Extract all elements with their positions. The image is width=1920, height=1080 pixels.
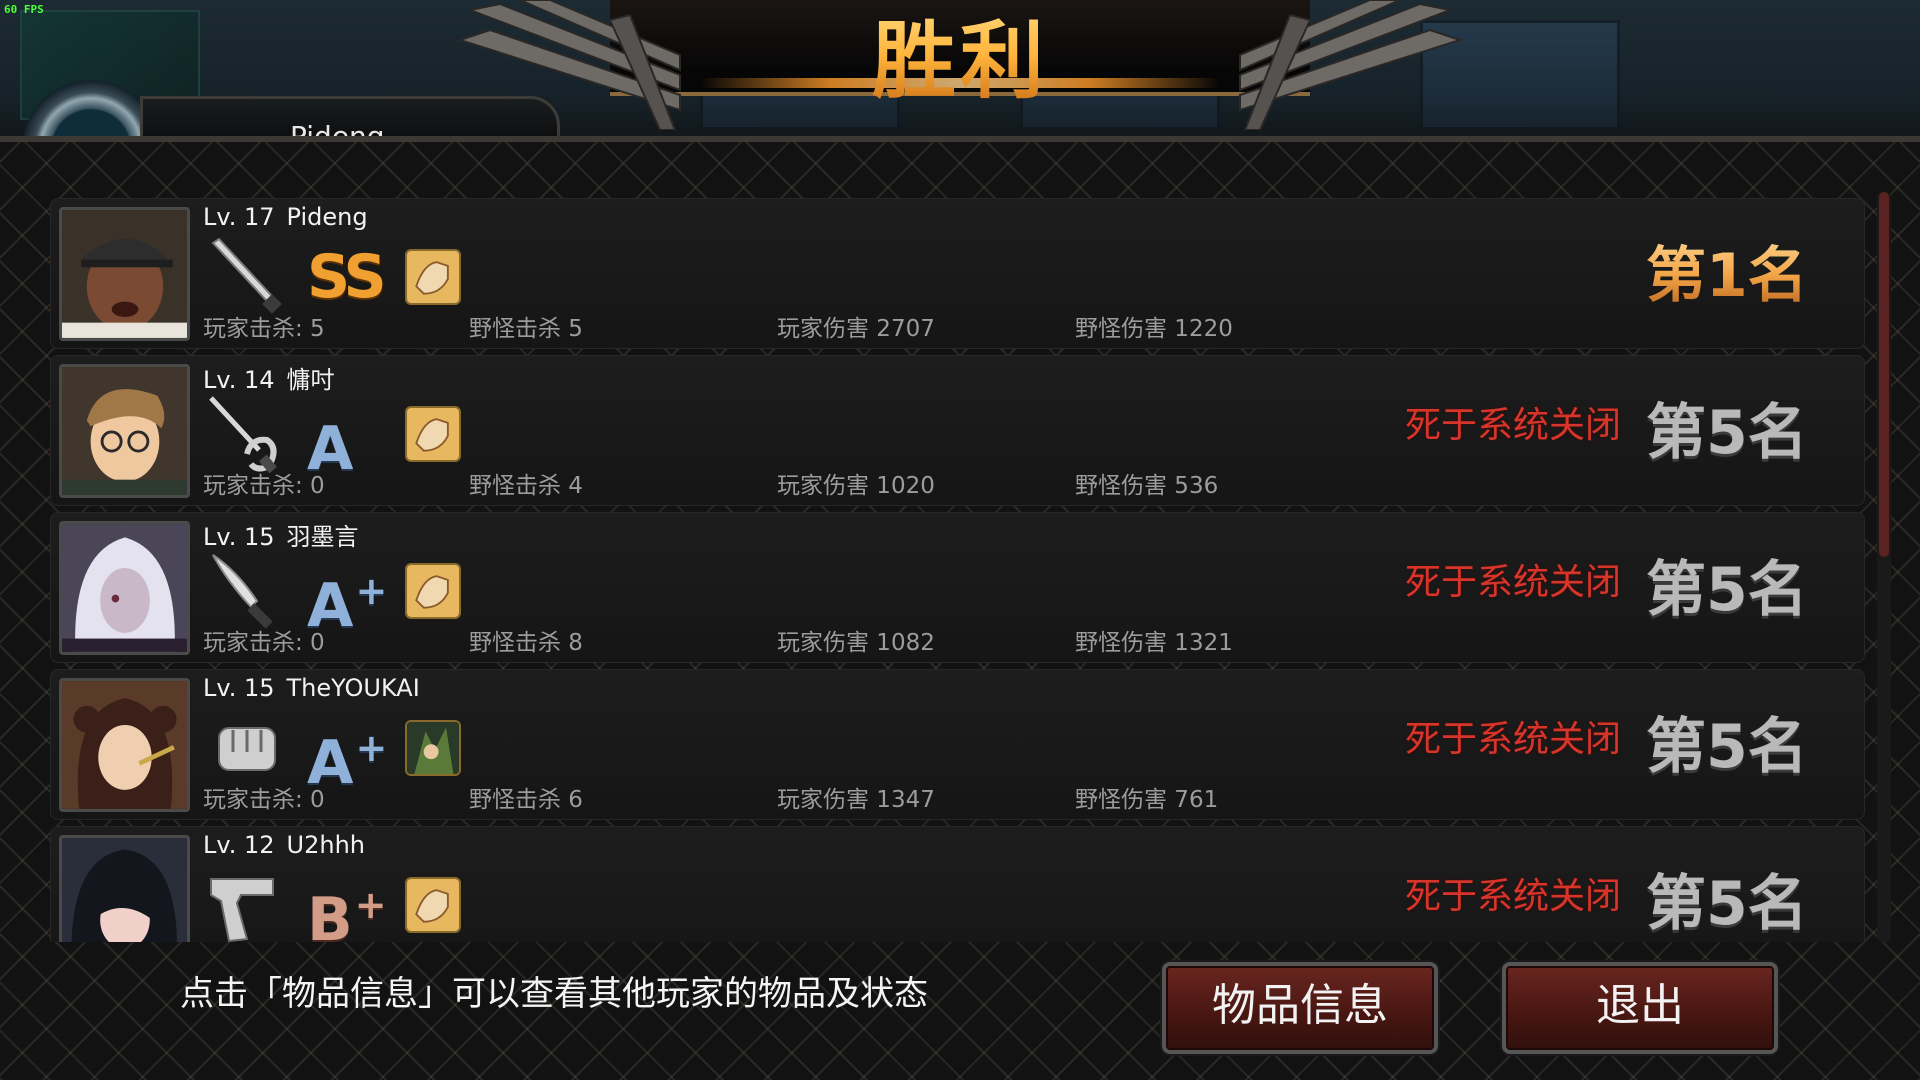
rank-label: 第5名 — [1646, 555, 1808, 625]
grade-badge: A+ — [307, 569, 388, 641]
player-level-name: Lv. 12 U2hhh — [203, 831, 377, 859]
player-level: Lv. 12 — [203, 831, 275, 859]
monster-kills: 野怪击杀 5 — [469, 316, 583, 342]
player-level: Lv. 14 — [203, 366, 275, 394]
player-avatar — [59, 678, 190, 812]
item-info-button[interactable]: 物品信息 — [1162, 962, 1438, 1054]
player-kills: 玩家击杀: 5 — [203, 316, 325, 342]
rank-label: 第5名 — [1646, 869, 1808, 939]
death-cause: 死于系统关闭 — [1404, 562, 1621, 603]
glove-item-icon[interactable] — [405, 406, 461, 462]
player-damage: 玩家伤害 2707 — [777, 316, 935, 342]
grade-badge: B+ — [307, 883, 387, 942]
results-list[interactable]: Lv. 17 Pideng SS 玩家击杀: 5 野怪击杀 5 玩家伤害 2707… — [50, 198, 1865, 942]
pistol-icon — [210, 878, 274, 942]
result-row[interactable]: Lv. 15 TheYOUKAI A+ 玩家击杀: 0 野怪击杀 6 玩家伤害 1… — [50, 669, 1865, 820]
exit-button[interactable]: 退出 — [1502, 962, 1778, 1054]
bat-icon — [211, 237, 282, 314]
player-damage: 玩家伤害 1082 — [777, 630, 935, 656]
fps-counter: 60 FPS — [4, 3, 44, 16]
player-avatar — [59, 364, 190, 498]
player-avatar — [59, 835, 190, 942]
scrollbar-thumb[interactable] — [1879, 192, 1889, 557]
player-damage: 玩家伤害 1020 — [777, 473, 935, 499]
player-level-name: Lv. 15 TheYOUKAI — [203, 674, 432, 702]
player-kills: 玩家击杀: 0 — [203, 473, 325, 499]
death-cause: 死于系统关闭 — [1404, 876, 1621, 917]
rapier-icon — [209, 396, 277, 474]
portrait-item-icon[interactable] — [405, 720, 461, 776]
knife-icon — [212, 554, 273, 629]
glove-item-icon[interactable] — [405, 563, 461, 619]
game-results-screen: 60 FPS Pideng 胜利 — [0, 0, 1920, 1080]
player-name: U2hhh — [286, 831, 365, 859]
player-avatar — [59, 207, 190, 341]
monster-damage: 野怪伤害 1321 — [1075, 630, 1233, 656]
death-cause: 死于系统关闭 — [1404, 405, 1621, 446]
rank-label: 第5名 — [1646, 398, 1808, 468]
rank-label: 第5名 — [1646, 712, 1808, 782]
glove-item-icon[interactable] — [405, 249, 461, 305]
player-kills: 玩家击杀: 0 — [203, 787, 325, 813]
monster-kills: 野怪击杀 4 — [469, 473, 583, 499]
rank-label: 第1名 — [1646, 227, 1865, 314]
player-name: 羽墨言 — [286, 523, 359, 551]
item-info-hint: 点击「物品信息」可以查看其他玩家的物品及状态 — [180, 974, 928, 1014]
player-name: Pideng — [286, 203, 368, 231]
monster-damage: 野怪伤害 536 — [1075, 473, 1219, 499]
monster-damage: 野怪伤害 1220 — [1075, 316, 1233, 342]
result-row[interactable]: Lv. 12 U2hhh B+ 死于系统关闭 第5名 — [50, 826, 1865, 942]
result-row[interactable]: Lv. 14 慵吋 A 玩家击杀: 0 野怪击杀 4 玩家伤害 1020 野怪伤害… — [50, 355, 1865, 506]
player-name: TheYOUKAI — [286, 674, 420, 702]
result-row[interactable]: Lv. 15 羽墨言 A+ 玩家击杀: 0 野怪击杀 8 玩家伤害 1082 野怪… — [50, 512, 1865, 663]
player-level-name: Lv. 15 羽墨言 — [203, 517, 371, 552]
player-kills: 玩家击杀: 0 — [203, 630, 325, 656]
grade-badge: A — [307, 414, 354, 484]
player-level: Lv. 15 — [203, 674, 275, 702]
grade-badge: SS — [307, 242, 387, 312]
result-row[interactable]: Lv. 17 Pideng SS 玩家击杀: 5 野怪击杀 5 玩家伤害 2707… — [50, 198, 1865, 349]
monster-damage: 野怪伤害 761 — [1075, 787, 1219, 813]
grade-badge: A+ — [307, 726, 388, 798]
fist-icon — [218, 727, 276, 771]
player-level: Lv. 17 — [203, 203, 275, 231]
glove-item-icon[interactable] — [405, 877, 461, 933]
player-level-name: Lv. 14 慵吋 — [203, 360, 347, 395]
player-name: 慵吋 — [286, 366, 335, 394]
player-level-name: Lv. 17 Pideng — [203, 203, 380, 231]
monster-kills: 野怪击杀 8 — [469, 630, 583, 656]
player-avatar — [59, 521, 190, 655]
death-cause: 死于系统关闭 — [1404, 719, 1621, 760]
monster-kills: 野怪击杀 6 — [469, 787, 583, 813]
player-damage: 玩家伤害 1347 — [777, 787, 935, 813]
player-level: Lv. 15 — [203, 523, 275, 551]
victory-title: 胜利 — [610, 0, 1310, 115]
